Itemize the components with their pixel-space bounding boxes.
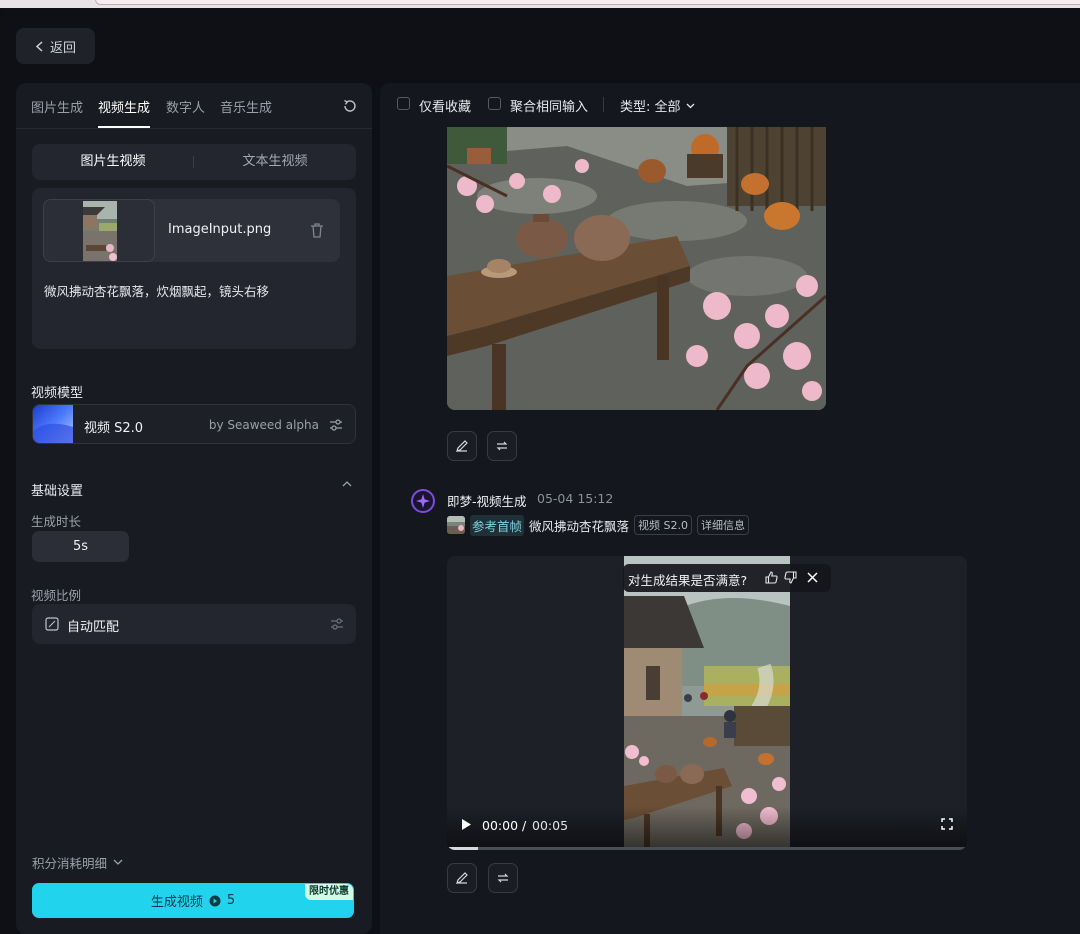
- type-filter-label: 类型: 全部: [620, 100, 681, 115]
- ratio-sliders-icon[interactable]: [330, 617, 344, 631]
- favorites-label[interactable]: 仅看收藏: [419, 96, 471, 115]
- generation-date: 05-04: [537, 491, 574, 506]
- video-current-time: 00:00: [482, 818, 519, 833]
- generation-title: 即梦-视频生成: [447, 494, 527, 509]
- generation-meta-row: 参考首帧 微风拂动杏花飘落 视频 S2.0 详细信息: [447, 514, 750, 536]
- sliders-icon[interactable]: [329, 418, 343, 432]
- chevron-down-icon: [113, 859, 123, 865]
- basic-settings-title: 基础设置: [31, 484, 84, 499]
- app-window: 返回 图片生成 视频生成 数字人 音乐生成 图片生视频 文本生视频 ImageI…: [0, 8, 1080, 934]
- feedback-question: 对生成结果是否满意?: [628, 573, 748, 588]
- browser-tab: [95, 0, 1080, 5]
- edit-button[interactable]: [447, 431, 477, 461]
- tab-digital-human[interactable]: 数字人: [166, 97, 205, 127]
- close-icon[interactable]: [806, 571, 819, 584]
- chevron-up-icon[interactable]: [342, 480, 352, 487]
- regenerate-icon: [496, 441, 508, 451]
- input-card: ImageInput.png 微风拂动杏花飘落，炊烟飘起，镜头右移: [32, 188, 356, 349]
- play-icon[interactable]: [461, 818, 472, 831]
- video-player[interactable]: 对生成结果是否满意? 00:00 / 00:05: [447, 556, 967, 850]
- promo-badge: 限时优惠: [305, 884, 353, 900]
- duration-label: 生成时长: [31, 514, 82, 529]
- prompt-text[interactable]: 微风拂动杏花飘落，炊烟飘起，镜头右移: [44, 281, 269, 300]
- generation-time: 15:12: [577, 491, 614, 506]
- image-input-row[interactable]: ImageInput.png: [43, 199, 340, 262]
- chevron-down-icon: [686, 103, 694, 108]
- video-edit-button[interactable]: [447, 863, 477, 893]
- mode-image-to-video[interactable]: 图片生视频: [32, 144, 194, 180]
- edit-icon: [456, 872, 468, 884]
- back-button[interactable]: 返回: [16, 28, 95, 64]
- filter-divider: [603, 97, 604, 112]
- generation-panel: 图片生成 视频生成 数字人 音乐生成 图片生视频 文本生视频 ImageInpu…: [16, 83, 372, 934]
- detail-info-tag[interactable]: 详细信息: [697, 515, 750, 535]
- generated-image[interactable]: [447, 126, 826, 410]
- credit-icon: [209, 895, 221, 906]
- image-thumbnail: [83, 201, 117, 261]
- reference-frame-thumbnail[interactable]: [447, 516, 465, 534]
- video-progress-fill: [447, 847, 479, 850]
- regenerate-icon: [497, 873, 509, 883]
- aspect-ratio-icon: [45, 617, 59, 631]
- model-name: 视频 S2.0: [84, 421, 144, 436]
- back-label: 返回: [49, 40, 76, 56]
- video-progress-bar[interactable]: [447, 847, 967, 850]
- trash-icon[interactable]: [310, 223, 324, 238]
- results-feed: 仅看收藏 聚合相同输入 类型: 全部 即梦-视频生成 05-04 15:12 参…: [380, 83, 1080, 934]
- type-filter-dropdown[interactable]: 类型: 全部: [620, 96, 695, 115]
- mode-text-to-video[interactable]: 文本生视频: [194, 144, 356, 180]
- chevron-left-icon: [35, 40, 43, 52]
- edit-icon: [456, 440, 468, 452]
- reference-frame-label[interactable]: 参考首帧: [470, 514, 525, 536]
- generation-timestamp: 05-04 15:12: [537, 491, 613, 506]
- ratio-value: 自动匹配: [67, 620, 120, 635]
- duration-option-5s[interactable]: 5s: [32, 531, 129, 562]
- generate-video-button[interactable]: 生成视频 5 限时优惠: [32, 883, 354, 918]
- video-duration: 00:05: [532, 818, 569, 833]
- generation-tabs: 图片生成 视频生成 数字人 音乐生成: [16, 83, 372, 129]
- favorites-checkbox[interactable]: [397, 97, 410, 110]
- generation-prompt: 微风拂动杏花飘落: [529, 518, 630, 534]
- generate-label: 生成视频: [150, 895, 203, 910]
- credits-detail-toggle[interactable]: 积分消耗明细: [32, 853, 123, 872]
- sparkle-avatar-icon: [411, 489, 435, 513]
- video-regenerate-button[interactable]: [488, 863, 518, 893]
- model-thumbnail: [33, 405, 73, 443]
- refresh-icon[interactable]: [342, 98, 358, 114]
- video-time-separator: /: [522, 818, 527, 833]
- credits-detail-label: 积分消耗明细: [32, 856, 108, 871]
- fullscreen-icon[interactable]: [941, 818, 953, 830]
- model-provider: by Seaweed alpha: [208, 418, 319, 432]
- image-thumbnail-box[interactable]: [43, 199, 155, 262]
- model-tag: 视频 S2.0: [634, 515, 693, 535]
- thumbs-up-icon[interactable]: [765, 571, 778, 584]
- browser-frame: [0, 0, 1080, 8]
- generate-cost: 5: [226, 893, 236, 908]
- filter-bar: 仅看收藏 聚合相同输入 类型: 全部: [380, 83, 1080, 127]
- thumbs-down-icon[interactable]: [784, 571, 797, 584]
- ratio-label: 视频比例: [31, 588, 82, 603]
- mode-switch: 图片生视频 文本生视频: [32, 144, 356, 180]
- video-controls: 00:00 / 00:05: [447, 806, 967, 850]
- model-section-title: 视频模型: [31, 386, 84, 401]
- regenerate-button[interactable]: [487, 431, 517, 461]
- merge-same-checkbox[interactable]: [488, 97, 501, 110]
- ratio-selector[interactable]: 自动匹配: [32, 604, 356, 644]
- tab-video-gen[interactable]: 视频生成: [98, 97, 151, 128]
- model-selector[interactable]: 视频 S2.0 by Seaweed alpha: [32, 404, 356, 444]
- tab-music-gen[interactable]: 音乐生成: [220, 97, 272, 127]
- merge-same-label[interactable]: 聚合相同输入: [510, 96, 588, 115]
- tab-image-gen[interactable]: 图片生成: [31, 97, 83, 127]
- feedback-popup: 对生成结果是否满意?: [623, 564, 831, 592]
- image-filename: ImageInput.png: [168, 222, 272, 237]
